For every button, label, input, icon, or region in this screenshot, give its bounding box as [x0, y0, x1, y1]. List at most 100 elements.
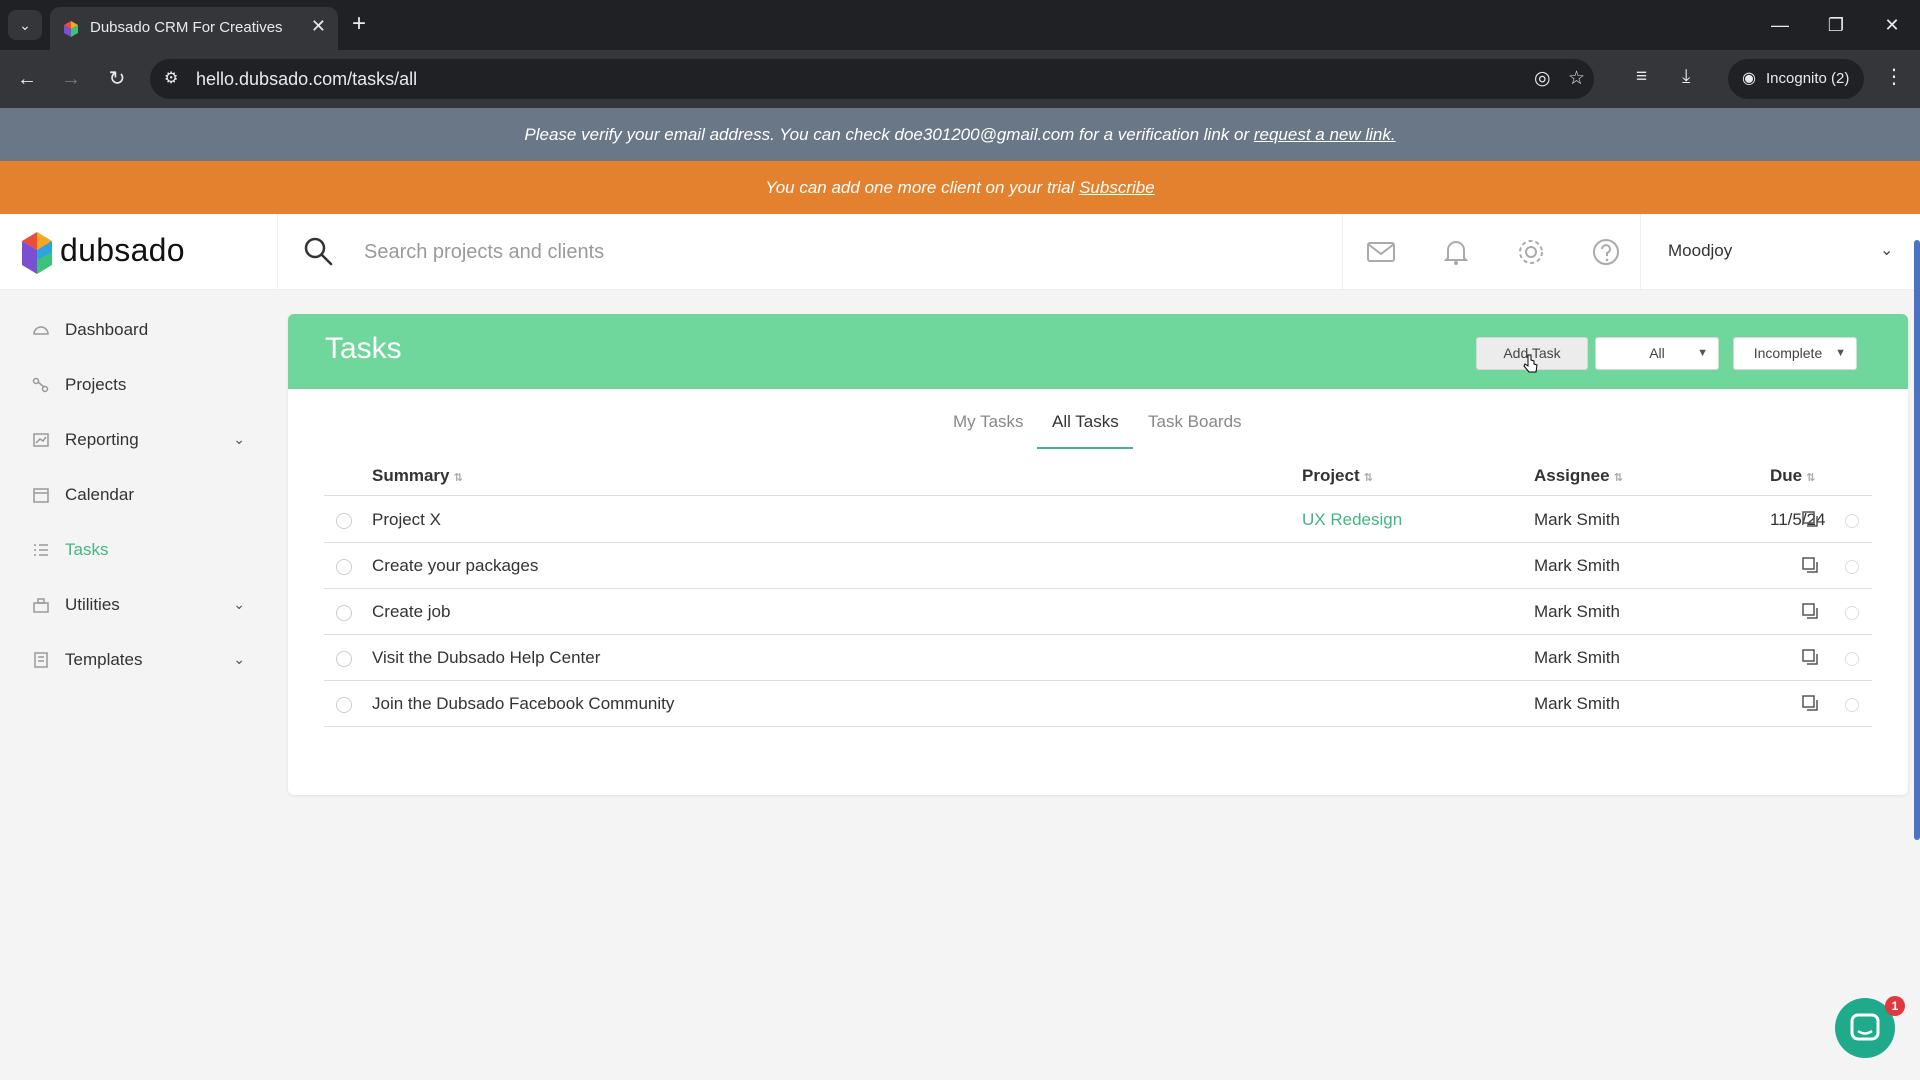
settings-gear-icon[interactable] — [1515, 236, 1547, 268]
sort-icon: ⇅ — [1613, 472, 1623, 484]
close-window-icon[interactable]: ✕ — [1864, 0, 1920, 50]
delete-task-icon[interactable] — [1845, 560, 1859, 574]
notification-bell-icon[interactable] — [1440, 236, 1472, 268]
tab-task-boards[interactable]: Task Boards — [1148, 412, 1242, 432]
active-tab-indicator — [1037, 447, 1133, 449]
sidebar-item-dashboard[interactable]: Dashboard — [30, 311, 245, 351]
table-row[interactable]: Create job Mark Smith — [324, 589, 1872, 635]
tab-all-tasks[interactable]: All Tasks — [1052, 412, 1119, 432]
new-tab-icon[interactable]: + — [352, 9, 366, 39]
minimize-icon[interactable]: — — [1752, 0, 1808, 50]
bookmark-star-icon[interactable]: ☆ — [1568, 67, 1585, 90]
restore-icon[interactable]: ❐ — [1808, 0, 1864, 50]
column-project[interactable]: Project ⇅ — [1302, 466, 1373, 486]
task-summary[interactable]: Project X — [372, 510, 441, 530]
sidebar-item-tasks[interactable]: Tasks — [30, 531, 245, 571]
delete-task-icon[interactable] — [1845, 514, 1859, 528]
scope-filter-value: All — [1649, 345, 1665, 361]
header-divider — [1342, 214, 1343, 290]
delete-task-icon[interactable] — [1845, 652, 1859, 666]
complete-checkbox[interactable] — [336, 513, 352, 529]
incognito-indicator[interactable]: ◉ Incognito (2) — [1728, 59, 1864, 99]
tab-title: Dubsado CRM For Creatives — [90, 19, 283, 36]
task-summary[interactable]: Visit the Dubsado Help Center — [372, 648, 600, 668]
duplicate-icon[interactable] — [1802, 649, 1820, 667]
trial-banner: You can add one more client on your tria… — [0, 161, 1920, 214]
table-row[interactable]: Create your packages Mark Smith — [324, 543, 1872, 589]
status-filter-dropdown[interactable]: Incomplete ▼ — [1733, 337, 1857, 370]
duplicate-icon[interactable] — [1802, 603, 1820, 621]
table-row[interactable]: Visit the Dubsado Help Center Mark Smith — [324, 635, 1872, 681]
url-text[interactable]: hello.dubsado.com/tasks/all — [196, 69, 417, 90]
table-row[interactable]: Project X UX Redesign Mark Smith 11/5/24 — [324, 497, 1872, 543]
column-summary[interactable]: Summary ⇅ — [372, 466, 463, 486]
task-summary[interactable]: Create job — [372, 602, 450, 622]
task-project-link[interactable]: UX Redesign — [1302, 510, 1402, 530]
task-summary[interactable]: Join the Dubsado Facebook Community — [372, 694, 674, 714]
status-filter-value: Incomplete — [1753, 345, 1823, 361]
chat-unread-badge: 1 — [1885, 996, 1905, 1016]
site-info-icon[interactable]: ⚙ — [164, 68, 178, 88]
table-row[interactable]: Join the Dubsado Facebook Community Mark… — [324, 681, 1872, 727]
sidebar-item-label: Projects — [65, 375, 127, 394]
complete-checkbox[interactable] — [336, 605, 352, 621]
back-icon[interactable]: ← — [12, 64, 42, 94]
download-icon[interactable]: ⤓ — [1682, 66, 1690, 88]
verify-email-banner: Please verify your email address. You ca… — [0, 108, 1920, 161]
sidebar-item-reporting[interactable]: Reporting ⌄ — [30, 421, 245, 461]
search-input[interactable] — [364, 234, 1324, 270]
dubsado-logo-icon — [22, 232, 52, 274]
mail-icon[interactable] — [1365, 236, 1397, 268]
browser-tab[interactable]: Dubsado CRM For Creatives ✕ — [50, 7, 338, 50]
tab-my-tasks[interactable]: My Tasks — [953, 412, 1024, 432]
forward-icon[interactable]: → — [56, 64, 86, 94]
sidebar-item-label: Tasks — [65, 540, 109, 559]
reload-icon[interactable]: ↻ — [102, 64, 132, 94]
incognito-icon: ◉ — [1742, 70, 1756, 87]
tab-close-icon[interactable]: ✕ — [311, 16, 326, 37]
dubsado-logo[interactable]: dubsado — [22, 228, 222, 276]
task-summary[interactable]: Create your packages — [372, 556, 538, 576]
search-icon[interactable] — [303, 236, 333, 266]
complete-checkbox[interactable] — [336, 559, 352, 575]
caret-down-icon: ▼ — [1697, 347, 1708, 359]
address-bar[interactable]: ⚙ hello.dubsado.com/tasks/all ◎ ☆ — [150, 59, 1594, 99]
column-assignee[interactable]: Assignee ⇅ — [1534, 466, 1623, 486]
tab-search-chevron-icon[interactable]: ⌄ — [8, 10, 42, 40]
chevron-down-icon[interactable]: ⌄ — [233, 651, 245, 668]
delete-task-icon[interactable] — [1845, 698, 1859, 712]
sidebar-item-utilities[interactable]: Utilities ⌄ — [30, 586, 245, 626]
sidebar-item-label: Utilities — [65, 595, 120, 614]
media-queue-icon[interactable]: ≡ — [1636, 66, 1647, 88]
chevron-down-icon[interactable]: ⌄ — [233, 431, 245, 448]
request-new-link[interactable]: request a new link. — [1254, 125, 1396, 144]
eye-off-icon[interactable]: ◎ — [1534, 67, 1551, 90]
header-divider — [277, 214, 278, 290]
browser-toolbar: ← → ↻ ⚙ hello.dubsado.com/tasks/all ◎ ☆ … — [0, 50, 1920, 108]
sort-icon: ⇅ — [453, 472, 463, 484]
trial-text: You can add one more client on your tria… — [765, 178, 1075, 197]
help-icon[interactable] — [1590, 236, 1622, 268]
chevron-down-icon[interactable]: ⌄ — [1880, 240, 1893, 260]
task-assignee: Mark Smith — [1534, 648, 1620, 667]
page-scrollbar[interactable] — [1914, 240, 1920, 840]
delete-task-icon[interactable] — [1845, 606, 1859, 620]
complete-checkbox[interactable] — [336, 651, 352, 667]
sidebar-item-calendar[interactable]: Calendar — [30, 476, 245, 516]
duplicate-icon[interactable] — [1802, 695, 1820, 713]
subscribe-link[interactable]: Subscribe — [1079, 178, 1155, 197]
duplicate-icon[interactable] — [1802, 511, 1820, 529]
scope-filter-dropdown[interactable]: All ▼ — [1595, 337, 1719, 370]
browser-menu-icon[interactable]: ⋮ — [1884, 64, 1904, 89]
dubsado-favicon-icon — [64, 21, 78, 37]
column-due[interactable]: Due ⇅ — [1770, 466, 1815, 486]
complete-checkbox[interactable] — [336, 697, 352, 713]
header-divider — [1640, 214, 1641, 290]
user-menu-name[interactable]: Moodjoy — [1668, 241, 1732, 261]
sort-icon: ⇅ — [1363, 472, 1373, 484]
tasks-icon — [34, 544, 48, 556]
duplicate-icon[interactable] — [1802, 557, 1820, 575]
sidebar-item-projects[interactable]: Projects — [30, 366, 245, 406]
chevron-down-icon[interactable]: ⌄ — [233, 596, 245, 613]
sidebar-item-templates[interactable]: Templates ⌄ — [30, 641, 245, 681]
